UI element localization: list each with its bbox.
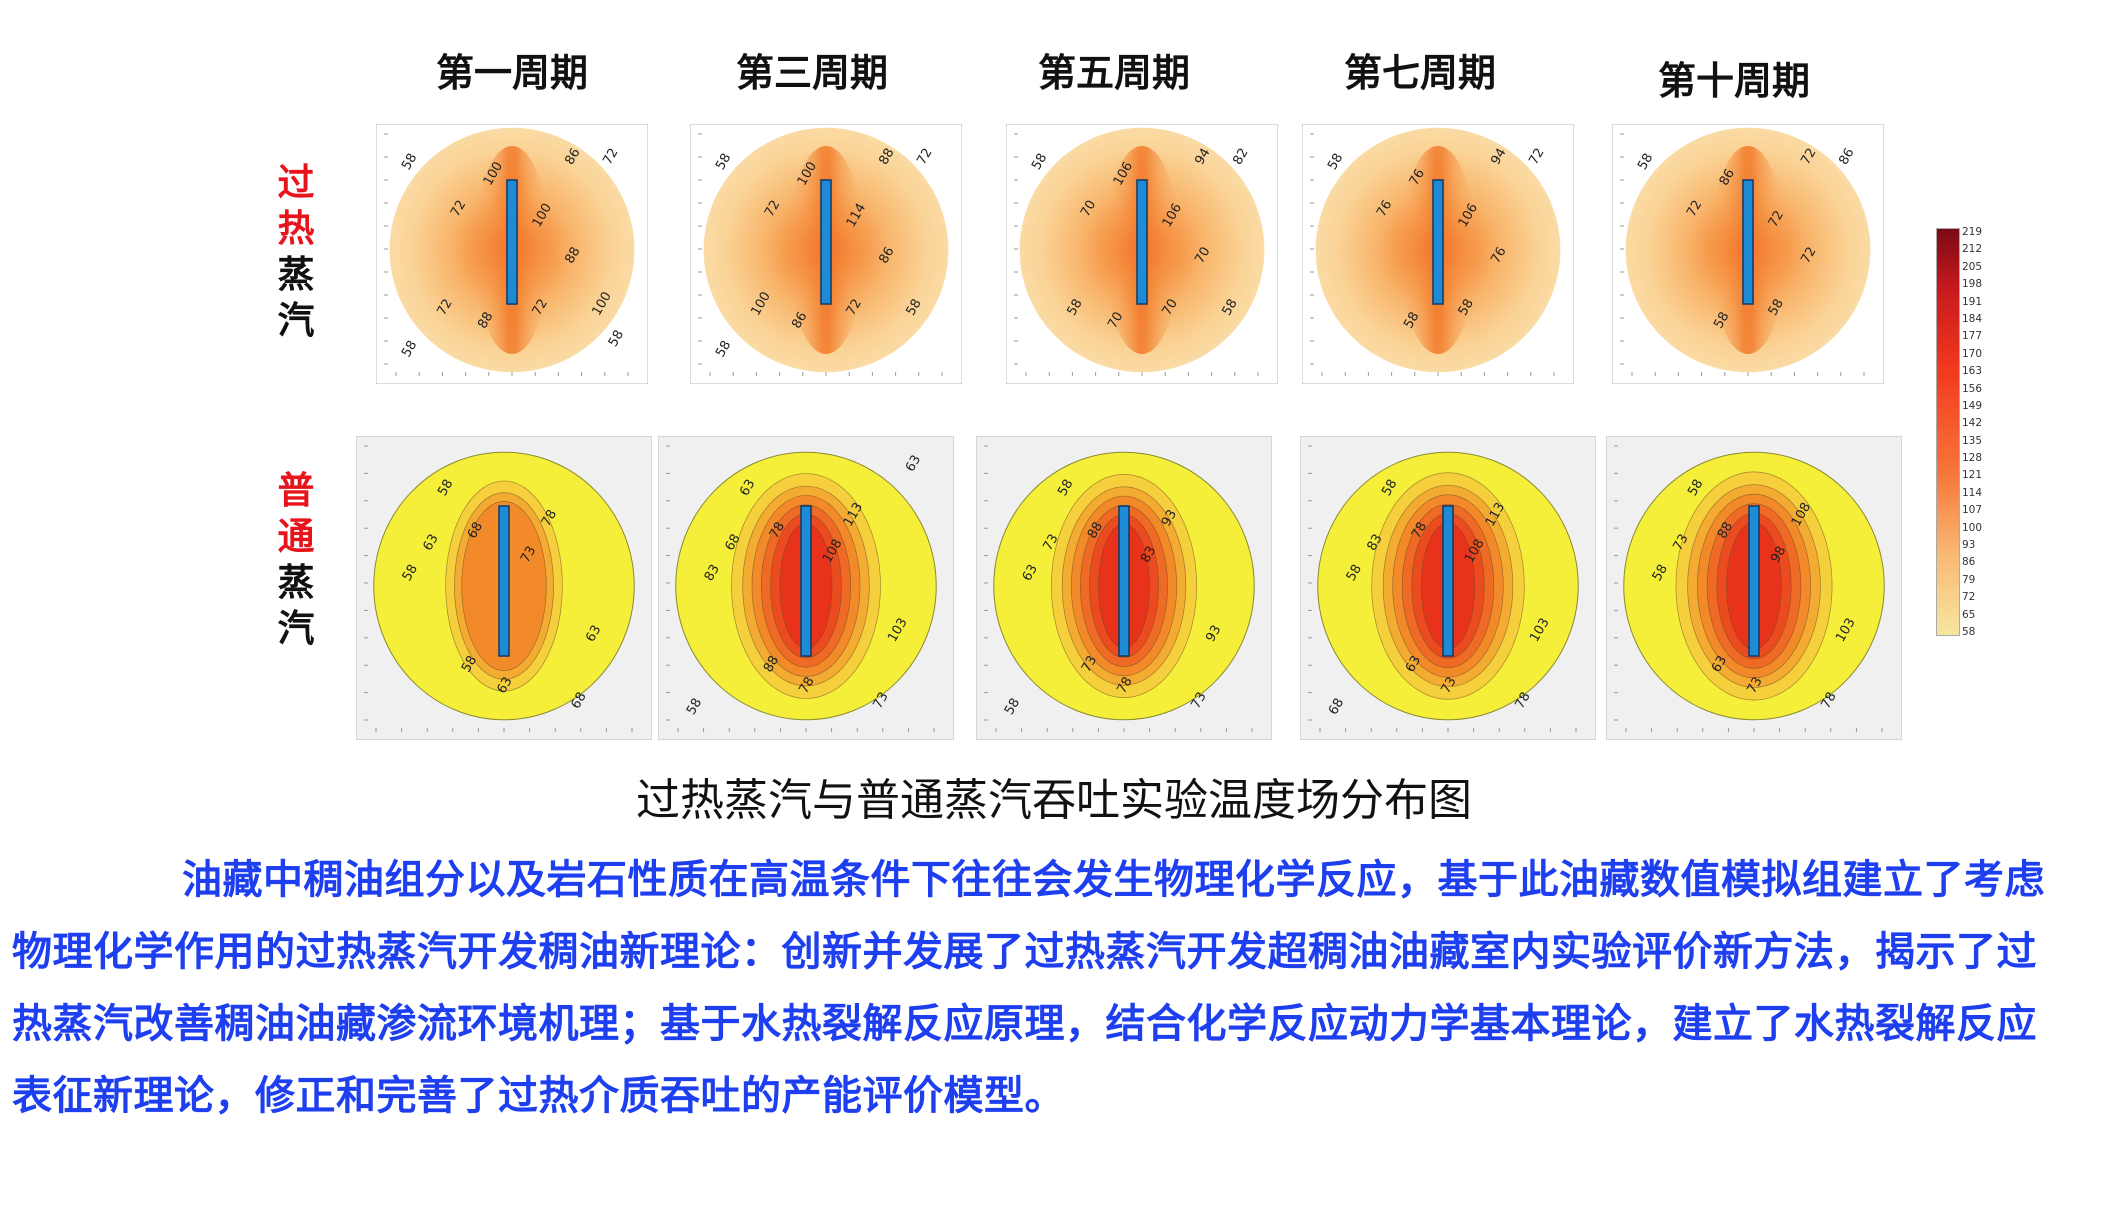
colorbar-tick-label: 156 [1962,382,1983,395]
colorbar-tick-label: 93 [1962,539,1976,552]
superheated-steam-plot-4: 58 76 94 76 72 76 106 58 58 [1302,124,1574,384]
colorbar-tick-label: 149 [1962,399,1983,412]
normal-steam-panel: 5873889810810378736358 [1606,436,1902,740]
colorbar-tick-label: 72 [1962,591,1976,604]
row-label-char: 过 [277,161,315,204]
normal-steam-panel: 5883781081131037873635868 [1300,436,1596,740]
colorbar-tick-label: 219 [1962,226,1983,238]
superheated-steam-plot-1: 58 100 86 72 72 88 100 72 88 72 100 58 58 [376,124,648,384]
colorbar-tick-label: 79 [1962,573,1976,586]
superheated-panel: 58 10694708270106707058 58 [1006,124,1278,384]
row-label-char: 普 [277,469,315,512]
colorbar-tick-label: 100 [1962,521,1983,534]
well-bar [1442,505,1454,657]
normal-steam-panel: 5873888393937378736358 [976,436,1272,740]
normal-steam-plot-5: 58 73 88 98 108 103 78 73 63 58 [1606,436,1902,740]
colorbar-tick-label: 142 [1962,417,1983,430]
superheated-panel: 58 10086727288100728872 10058 58 [376,124,648,384]
row-label-char: 蒸 [277,253,315,296]
colorbar-tick-label: 128 [1962,452,1983,465]
colorbar-tick-label: 135 [1962,434,1983,447]
body-paragraph: 油藏中稠油组分以及岩石性质在高温条件下往往会发生物理化学反应，基于此油藏数值模拟… [12,857,2045,1119]
colorbar-tick-label: 65 [1962,608,1976,621]
superheated-steam-plot-5: 58 86 72 72 86 72 72 58 58 [1612,124,1884,384]
well-bar [1748,505,1760,657]
column-title-cycle-5: 第五周期 [1037,51,1190,95]
superheated-panel: 588672728672725858 [1612,124,1884,384]
normal-steam-plot-1: 58 63 68 73 78 63 68 63 58 58 [356,436,652,740]
well-bar [1136,179,1148,305]
normal-steam-plot-3: 58 73 88 83 93 93 73 78 73 63 58 [976,436,1272,740]
column-title-cycle-3: 第三周期 [735,51,888,95]
superheated-steam-plot-3: 58 106 94 70 82 70 106 70 70 58 58 [1006,124,1278,384]
well-bar [1432,179,1444,305]
colorbar-tick-label: 107 [1962,504,1983,517]
column-title-cycle-7: 第七周期 [1343,51,1496,95]
colorbar-tick-label: 177 [1962,330,1983,343]
superheated-panel: 5876947672761065858 [1302,124,1574,384]
superheated-steam-plot-2: 58 100 88 72 72 86 114 72 86 100 58 58 [690,124,962,384]
row-label-char: 通 [277,515,315,558]
column-title-cycle-10: 第十周期 [1657,59,1810,103]
row-label-normal-steam: 普 通 蒸 汽 [276,468,316,652]
row-label-char: 蒸 [277,561,315,604]
row-label-char: 热 [277,207,315,250]
colorbar-tick-label: 205 [1962,260,1983,273]
colorbar-tick-label: 184 [1962,312,1983,325]
well-bar [1742,179,1754,305]
normal-steam-panel: 58636873786368635858 [356,436,652,740]
colorbar-tick-label: 121 [1962,469,1983,482]
row-label-char: 汽 [277,607,315,650]
colorbar-tick-label: 86 [1962,556,1976,569]
superheated-panel: 58 100887272861147286100 5858 [690,124,962,384]
colorbar-tick-label: 170 [1962,347,1983,360]
colorbar-tick-label: 114 [1962,486,1983,499]
well-bar [800,505,812,657]
colorbar-tick-label: 198 [1962,278,1983,291]
colorbar-tick-label: 212 [1962,243,1983,256]
column-title-cycle-1: 第一周期 [435,51,588,95]
normal-steam-plot-2: 63 68 78 108 113 103 73 78 88 83 58 63 [658,436,954,740]
figure-caption: 过热蒸汽与普通蒸汽吞吐实验温度场分布图 [636,775,1472,826]
well-bar [498,505,510,657]
colorbar-tick-label: 163 [1962,365,1983,378]
colorbar-tick-label: 58 [1962,626,1976,638]
row-label-char: 汽 [277,299,315,342]
well-bar [1118,505,1130,657]
well-bar [506,179,518,305]
temperature-colorbar [1936,228,1960,636]
row-label-superheated-steam: 过 热 蒸 汽 [276,160,316,344]
normal-steam-plot-4: 58 83 78 108 113 103 78 73 63 58 68 [1300,436,1596,740]
well-bar [820,179,832,305]
normal-steam-panel: 636878108113103737888835863 [658,436,954,740]
colorbar-tick-label: 191 [1962,295,1983,308]
